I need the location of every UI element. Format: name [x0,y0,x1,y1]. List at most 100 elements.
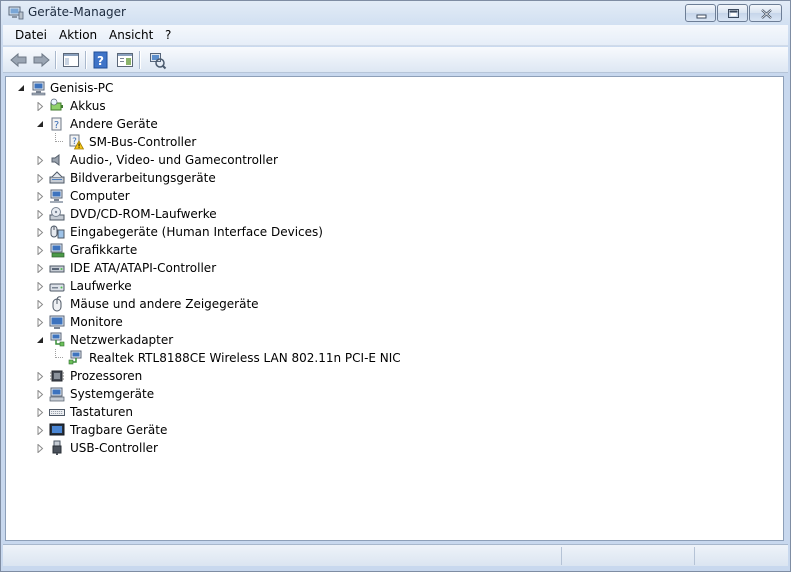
tree-category-item[interactable]: DVD/CD-ROM-Laufwerke [6,205,783,223]
minimize-button[interactable] [685,4,716,22]
network-adapter-icon [50,332,65,347]
expand-arrow-icon[interactable] [36,210,45,219]
expand-arrow-icon[interactable] [36,408,45,417]
minimize-icon [696,14,707,19]
help-icon: ? [93,51,108,69]
expand-arrow-icon[interactable] [36,300,45,309]
display-adapter-icon [50,243,65,258]
close-icon [761,9,772,19]
tree-item-label: Bildverarbeitungsgeräte [70,171,216,185]
tree-category-item[interactable]: Netzwerkadapter [6,331,783,349]
tree-item-label: Systemgeräte [70,387,155,401]
toolbar-separator [85,51,86,69]
menu-datei[interactable]: Datei [15,28,47,42]
tree-category-item[interactable]: Systemgeräte [6,385,783,403]
maximize-button[interactable] [717,4,748,22]
forward-button[interactable] [31,50,51,70]
toolbar: ? [3,47,788,73]
properties-icon [117,53,133,67]
menu-ansicht[interactable]: Ansicht [109,28,153,42]
tree-category-item[interactable]: Eingabegeräte (Human Interface Devices) [6,223,783,241]
expand-arrow-icon[interactable] [36,102,45,111]
tree-connector [55,133,63,142]
scan-hardware-button[interactable] [147,50,167,70]
expand-arrow-icon[interactable] [36,174,45,183]
close-button[interactable] [749,4,782,22]
help-button[interactable]: ? [91,50,111,70]
back-button[interactable] [9,50,29,70]
network-card-icon [68,350,82,365]
computer-icon [31,81,46,96]
disk-drive-icon [49,283,65,292]
status-pane [694,547,784,565]
tree-category-item[interactable]: IDE ATA/ATAPI-Controller [6,259,783,277]
tree-item-label: Monitore [70,315,123,329]
menu-aktion[interactable]: Aktion [59,28,97,42]
expand-arrow-icon[interactable] [36,228,45,237]
expand-arrow-icon[interactable] [36,156,45,165]
tree-root-label: Genisis-PC [50,81,114,95]
restore-icon [728,9,739,18]
tree-category-item[interactable]: Audio-, Video- und Gamecontroller [6,151,783,169]
title-bar[interactable]: Geräte-Manager [1,1,790,25]
forward-arrow-icon [33,52,50,68]
collapse-arrow-icon[interactable] [36,120,45,129]
tree-connector [55,349,63,358]
svg-text:?: ? [97,54,104,68]
tree-category-item[interactable]: Bildverarbeitungsgeräte [6,169,783,187]
expand-arrow-icon[interactable] [36,426,45,435]
tree-category-item[interactable]: USB-Controller [6,439,783,457]
tree-device-item[interactable]: Realtek RTL8188CE Wireless LAN 802.11n P… [6,349,783,367]
back-arrow-icon [10,52,27,68]
computer-icon [50,189,63,203]
tree-item-label: Tastaturen [70,405,133,419]
warning-device-icon: ? [69,134,84,150]
usb-icon [52,440,62,455]
device-tree[interactable]: Genisis-PC Akkus? Andere Geräte ? SM-Bus-Co… [5,76,784,541]
expand-arrow-icon[interactable] [36,390,45,399]
expand-arrow-icon[interactable] [36,282,45,291]
expand-arrow-icon[interactable] [36,192,45,201]
tree-category-item[interactable]: Laufwerke [6,277,783,295]
tree-item-label: USB-Controller [70,441,158,455]
system-device-icon [49,387,65,402]
tree-category-item[interactable]: Computer [6,187,783,205]
collapse-arrow-icon[interactable] [36,336,45,345]
status-bar [3,544,788,566]
window-title: Geräte-Manager [28,5,126,19]
show-hide-console-tree-icon [63,53,79,67]
properties-button[interactable] [115,50,135,70]
menu-help[interactable]: ? [165,28,171,42]
tree-item-label: Mäuse und andere Zeigegeräte [70,297,259,311]
toolbar-separator [139,51,140,69]
expand-arrow-icon[interactable] [36,372,45,381]
expand-arrow-icon[interactable] [36,264,45,273]
menu-bar: Datei Aktion Ansicht ? [3,25,788,46]
tree-category-item[interactable]: Grafikkarte [6,241,783,259]
tree-root[interactable]: Genisis-PC [6,79,783,97]
device-manager-window: Geräte-Manager Datei Aktion Ansicht ? ? [0,0,791,572]
tree-category-item[interactable]: ? Andere Geräte [6,115,783,133]
tree-device-item[interactable]: ? SM-Bus-Controller [6,133,783,151]
status-pane [561,547,694,565]
tree-category-item[interactable]: Mäuse und andere Zeigegeräte [6,295,783,313]
unknown-device-icon: ? [51,117,62,131]
expand-arrow-icon[interactable] [36,246,45,255]
device-manager-icon [8,6,24,20]
svg-text:?: ? [54,120,59,131]
optical-drive-icon [49,207,65,221]
tree-category-item[interactable]: Monitore [6,313,783,331]
tree-item-label: Andere Geräte [70,117,158,131]
tree-category-item[interactable]: Prozessoren [6,367,783,385]
speaker-icon [51,154,60,166]
expand-arrow-icon[interactable] [36,318,45,327]
show-hide-tree-button[interactable] [61,50,81,70]
collapse-arrow-icon [18,85,24,91]
tree-item-label: IDE ATA/ATAPI-Controller [70,261,217,275]
tree-category-item[interactable]: Akkus [6,97,783,115]
battery-icon [50,98,63,111]
ide-controller-icon [49,265,65,273]
tree-category-item[interactable]: Tragbare Geräte [6,421,783,439]
tree-category-item[interactable]: Tastaturen [6,403,783,421]
expand-arrow-icon[interactable] [36,444,45,453]
